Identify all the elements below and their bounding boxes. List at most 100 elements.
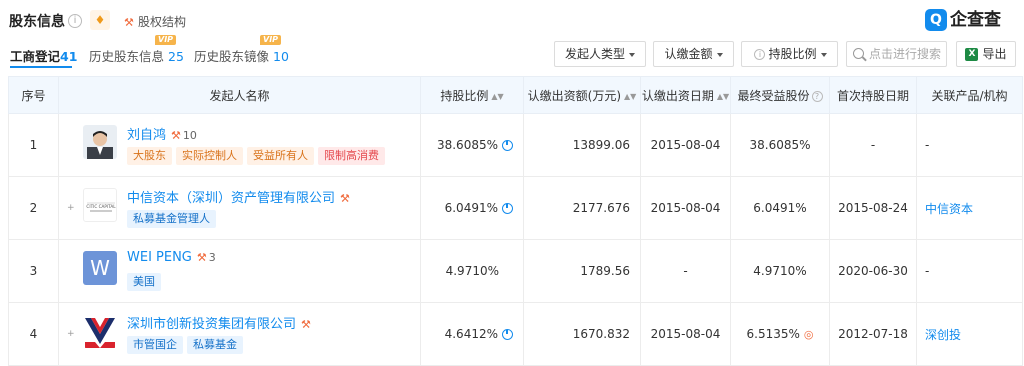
tag: 大股东 [127, 147, 172, 165]
shareholder-name-text: 深圳市创新投资集团有限公司 [127, 317, 297, 332]
column-header-label: 持股比例 [440, 88, 489, 103]
equity-structure-icon: ⚒ [124, 16, 134, 29]
holding-ratio-cell: 38.6085% [420, 113, 524, 177]
sort-icon: ▲▼ [716, 91, 730, 101]
relation-graph-icon[interactable]: ⚒ [171, 129, 181, 142]
equity-structure-link[interactable]: ⚒ 股权结构 [124, 13, 186, 30]
shareholder-tags: 市管国企 私募基金 [127, 336, 247, 354]
tag: 私募基金管理人 [127, 210, 216, 228]
tag: 实际控制人 [176, 147, 243, 165]
section-title: 股东信息 [9, 14, 65, 30]
tag[interactable]: 限制高消费 [318, 147, 385, 165]
row-index: 2 [8, 176, 59, 240]
subscribed-amount-dropdown[interactable]: 认缴金额 [653, 41, 734, 67]
table-row: 1 刘自鸿 ⚒ 10 大股东 实际控制人 受益所有人 限制高消费 38.6085… [8, 113, 1023, 177]
caret-down-icon [629, 52, 635, 57]
brand-mark-icon: Q [925, 9, 947, 31]
pie-chart-icon[interactable] [502, 203, 513, 214]
expand-icon[interactable]: + [67, 203, 75, 213]
holding-ratio-cell: 4.6412% [420, 302, 524, 366]
first-date-cell: 2020-06-30 [829, 239, 917, 303]
subscribe-date-cell: 2015-08-04 [640, 176, 731, 240]
shareholder-name[interactable]: 中信资本（深圳）资产管理有限公司 ⚒ [127, 187, 350, 206]
shareholder-name[interactable]: WEI PENG ⚒ 3 [127, 250, 216, 265]
column-header-label: 最终受益股份 [737, 88, 810, 103]
column-header-sortable[interactable]: 持股比例 ▲▼ [420, 76, 524, 114]
subscribe-date-cell: 2015-08-04 [640, 113, 731, 177]
sort-icon: ▲▼ [491, 91, 504, 101]
pie-chart-icon[interactable] [502, 140, 513, 151]
logo-text: CITIC CAPITAL [86, 204, 116, 209]
tab-label: 历史股东镜像 [194, 49, 270, 64]
product-cell: 深创投 [916, 302, 1023, 366]
tab-label: 历史股东信息 [89, 49, 165, 64]
column-header: 发起人名称 [58, 76, 421, 114]
tab-registration[interactable]: 工商登记41 [10, 46, 77, 65]
tab-history-mirror[interactable]: VIP 历史股东镜像 10 [194, 35, 289, 65]
person-avatar[interactable] [83, 125, 117, 159]
info-icon[interactable]: i [68, 14, 82, 28]
product-link[interactable]: 中信资本 [925, 202, 973, 216]
pie-chart-icon[interactable] [502, 329, 513, 340]
equity-structure-icon[interactable]: ⚒ [301, 318, 311, 331]
active-tab-indicator [10, 66, 72, 68]
tab-count: 25 [168, 49, 184, 64]
export-button[interactable]: X 导出 [956, 41, 1016, 67]
tab-label: 工商登记 [10, 49, 61, 64]
bell-icon[interactable]: ♦ [90, 10, 110, 30]
holding-ratio-dropdown[interactable]: i 持股比例 [741, 41, 838, 67]
company-logo[interactable]: CITIC CAPITAL [83, 188, 117, 222]
beneficial-cell: 4.9710% [730, 239, 830, 303]
row-index: 1 [8, 113, 59, 177]
brand-logo: Q 企查查 [925, 9, 1012, 31]
search-input[interactable]: 点击进行搜索 [846, 41, 947, 67]
amount-cell: 1670.832 [523, 302, 641, 366]
tab-history-shareholders[interactable]: VIP 历史股东信息 25 [89, 35, 184, 65]
tag: 受益所有人 [247, 147, 314, 165]
row-index: 4 [8, 302, 59, 366]
product-link[interactable]: 深创投 [925, 328, 961, 342]
beneficial-cell: 38.6085% [730, 113, 830, 177]
holding-ratio-value: 4.9710% [445, 264, 499, 278]
table-row: 2 + CITIC CAPITAL 中信资本（深圳）资产管理有限公司 ⚒ 私募基… [8, 176, 1023, 240]
holding-ratio-cell: 6.0491% [420, 176, 524, 240]
first-date-cell: 2015-08-24 [829, 176, 917, 240]
equity-structure-icon[interactable]: ⚒ [340, 192, 350, 205]
beneficial-cell: 6.5135% ◎ [730, 302, 830, 366]
dropdown-label: 发起人类型 [564, 47, 625, 61]
info-icon: i [754, 49, 766, 60]
tag: 私募基金 [187, 336, 243, 354]
shareholder-table: 序号 发起人名称 持股比例 ▲▼ 认缴出资额(万元) ▲▼ 认缴出资日期 ▲▼ 最终受… [8, 76, 1023, 366]
sort-icon: ▲▼ [624, 91, 637, 101]
search-placeholder: 点击进行搜索 [869, 47, 942, 61]
holding-ratio-value: 6.0491% [444, 201, 498, 215]
sponsor-type-dropdown[interactable]: 发起人类型 [554, 41, 646, 67]
caret-down-icon [820, 52, 827, 57]
column-header: 序号 [8, 76, 59, 114]
letter-avatar[interactable]: W [83, 251, 117, 285]
shareholder-name[interactable]: 刘自鸿 ⚒ 10 [127, 124, 197, 143]
column-header: 首次持股日期 [829, 76, 917, 114]
expand-icon[interactable]: + [67, 329, 75, 339]
shareholder-name[interactable]: 深圳市创新投资集团有限公司 ⚒ [127, 313, 311, 332]
shareholder-cell: + CITIC CAPITAL 中信资本（深圳）资产管理有限公司 ⚒ 私募基金管理… [58, 176, 421, 240]
help-icon[interactable]: ? [811, 90, 823, 102]
table-row: 3 W WEI PENG ⚒ 3 美国 4.9710% 1789.56 - 4.97… [8, 239, 1023, 303]
shareholder-name-text: 中信资本（深圳）资产管理有限公司 [127, 191, 336, 206]
equity-structure-label: 股权结构 [138, 15, 187, 29]
holding-ratio-value: 38.6085% [436, 138, 498, 152]
company-logo[interactable] [83, 314, 117, 348]
column-header-sortable[interactable]: 认缴出资日期 ▲▼ [640, 76, 731, 114]
vip-badge: VIP [260, 35, 282, 45]
row-index: 3 [8, 239, 59, 303]
column-header-label: 认缴出资额(万元) [527, 88, 622, 103]
export-label: 导出 [982, 47, 1007, 61]
relation-graph-icon[interactable]: ⚒ [197, 251, 207, 264]
holding-ratio-cell: 4.9710% [420, 239, 524, 303]
product-cell: - [916, 239, 1023, 303]
column-header: 关联产品/机构 [916, 76, 1023, 114]
tab-count: 41 [60, 49, 78, 64]
beneficiary-path-icon[interactable]: ◎ [804, 328, 814, 341]
column-header-sortable[interactable]: 认缴出资额(万元) ▲▼ [523, 76, 641, 114]
tag: 市管国企 [127, 336, 183, 354]
